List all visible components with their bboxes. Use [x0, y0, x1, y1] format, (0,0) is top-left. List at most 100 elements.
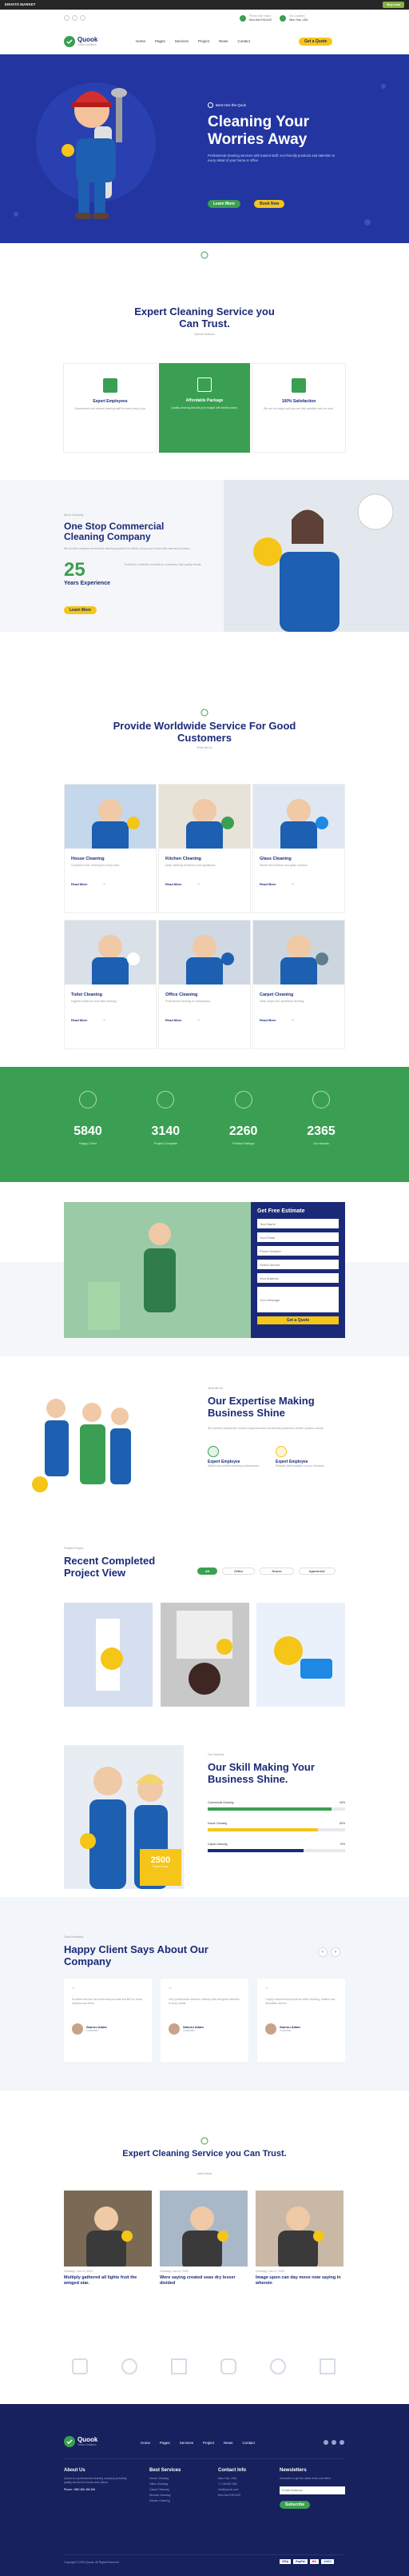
subscribe-button[interactable]: Subscribe — [280, 2501, 311, 2509]
quote-icon: “ — [72, 1985, 75, 1996]
estimate-field[interactable] — [257, 1232, 339, 1242]
newsletter-email-input[interactable] — [280, 2486, 345, 2494]
nav-project[interactable]: Project — [198, 39, 209, 43]
partner-logo-icon — [270, 2358, 286, 2374]
projects-title: Recent Completed Project View — [64, 1555, 156, 1579]
skills-section: 2500 Project Done Our Expertise Our Skil… — [0, 1729, 409, 1897]
main-nav: Home Pages Services Project News Contact — [136, 39, 250, 43]
hero-section: Best Hire the Quok Cleaning Your Worries… — [0, 54, 409, 243]
service-image — [159, 785, 250, 849]
footer-nav-home[interactable]: Home — [141, 2441, 150, 2445]
read-more-link[interactable]: Read More — [71, 882, 87, 886]
footer-logo[interactable]: Quook Clean Solutions — [64, 2436, 97, 2447]
footer-service-link[interactable]: Carpet Cleaning — [149, 2488, 205, 2492]
read-more-link[interactable]: Read More — [260, 882, 276, 886]
filter-apartment[interactable]: Apartment — [298, 1568, 336, 1575]
blog-post-title[interactable]: Were saying created seas dry lesser divi… — [160, 2275, 248, 2286]
estimate-field[interactable] — [257, 1260, 339, 1269]
footer-service-link[interactable]: Kitchen Cleaning — [149, 2499, 205, 2503]
blog-card[interactable]: Cleaning / Jan 12, 2023 Multiply gathere… — [64, 2191, 152, 2310]
arrow-right-icon: → — [101, 1017, 106, 1022]
linkedin-icon[interactable] — [340, 2440, 344, 2445]
header-info: Phone Line Hours Mon-Sat 9:00-6:00 Our Lo… — [240, 14, 308, 22]
twitter-icon[interactable] — [72, 15, 77, 21]
footer-nav-services[interactable]: Services — [180, 2441, 193, 2445]
cleaners-group-image — [16, 1388, 136, 1516]
blog-post-title[interactable]: Image upon can day move now saying in wh… — [256, 2275, 343, 2286]
footer-nav-project[interactable]: Project — [203, 2441, 214, 2445]
service-text: Hygienic bathroom and toilet cleaning. — [71, 1000, 117, 1003]
testimonial-text: Very professional cleaners, friendly sta… — [169, 1998, 240, 2005]
read-more-link[interactable]: Read More — [165, 882, 181, 886]
service-card[interactable]: Office Cleaning Professional cleaning fo… — [158, 920, 251, 1049]
hero-learn-more-button[interactable]: Learn More — [208, 200, 240, 208]
footer-nav: Home Pages Services Project News Contact — [141, 2441, 255, 2445]
footer-service-link[interactable]: Window Cleaning — [149, 2494, 205, 2498]
footer-service-link[interactable]: House Cleaning — [149, 2477, 205, 2481]
filter-house[interactable]: House — [260, 1568, 294, 1575]
package-icon — [197, 377, 212, 392]
skill-bar: Commercial Cleaning 90% — [208, 1801, 345, 1811]
project-image-3[interactable] — [256, 1603, 345, 1707]
filter-office[interactable]: Office — [222, 1568, 256, 1575]
expert-sub: Special Features — [194, 333, 215, 336]
logo[interactable]: Quook Clean Solutions — [64, 36, 97, 47]
nav-contact[interactable]: Contact — [237, 39, 250, 43]
cleaning-team-image — [64, 1202, 251, 1338]
service-title: House Cleaning — [71, 857, 105, 861]
service-card[interactable]: Toilet Cleaning Hygienic bathroom and to… — [64, 920, 157, 1049]
counter-number: 5840 — [73, 1124, 102, 1138]
nav-home[interactable]: Home — [136, 39, 145, 43]
service-text: Streak free windows and glass surfaces. — [260, 864, 308, 867]
prev-arrow-icon[interactable]: ‹ — [318, 1947, 328, 1957]
arrow-right-icon: → — [196, 881, 201, 886]
footer-nav-contact[interactable]: Contact — [242, 2441, 255, 2445]
service-card[interactable]: Carpet Cleaning Deep carpet and upholste… — [252, 920, 345, 1049]
buy-now-button[interactable]: Buy now — [383, 2, 404, 8]
filter-all[interactable]: All — [197, 1568, 218, 1575]
footer-nav-news[interactable]: News — [224, 2441, 232, 2445]
blog-post-title[interactable]: Multiply gathered all lights fruit the w… — [64, 2275, 152, 2286]
envato-logo[interactable]: ENVATO MARKET — [5, 2, 36, 6]
location-icon — [280, 15, 287, 22]
project-image-2[interactable] — [161, 1603, 249, 1707]
facebook-icon[interactable] — [324, 2440, 328, 2445]
counter-label: Our Awards — [313, 1142, 329, 1145]
footer-contact-item: info@quook.com — [218, 2488, 239, 2491]
estimate-field[interactable] — [257, 1219, 339, 1228]
read-more-link[interactable]: Read More — [165, 1018, 181, 1022]
service-card[interactable]: Kitchen Cleaning Deep cleaning of kitche… — [158, 784, 251, 913]
blog-card[interactable]: Cleaning / Jan 12, 2023 Were saying crea… — [160, 2191, 248, 2310]
estimate-field[interactable] — [257, 1287, 339, 1312]
nav-services[interactable]: Services — [175, 39, 189, 43]
quote-icon: “ — [265, 1985, 268, 1996]
service-card[interactable]: House Cleaning Complete home cleaning fo… — [64, 784, 157, 913]
nav-news[interactable]: News — [219, 39, 228, 43]
nav-pages[interactable]: Pages — [155, 39, 165, 43]
estimate-field[interactable] — [257, 1246, 339, 1256]
woman-duster-image — [224, 480, 409, 632]
blog-card[interactable]: Cleaning / Jan 12, 2023 Image upon can d… — [256, 2191, 343, 2310]
footer-nav-pages[interactable]: Pages — [160, 2441, 170, 2445]
testimonial-text: Excellent service, the team was punctual… — [72, 1998, 143, 2005]
blog-section: Expert Cleaning Service you Can Trust. L… — [0, 2091, 409, 2404]
next-arrow-icon[interactable]: › — [331, 1947, 340, 1957]
estimate-submit-button[interactable]: Get a Quote — [257, 1316, 339, 1324]
counter-label: Happy Client — [79, 1142, 97, 1145]
twitter-icon[interactable] — [332, 2440, 336, 2445]
project-image-1[interactable] — [64, 1603, 153, 1707]
linkedin-icon[interactable] — [80, 15, 85, 21]
read-more-link[interactable]: Read More — [260, 1018, 276, 1022]
hero-book-now-button[interactable]: Book Now — [254, 200, 285, 208]
read-more-link[interactable]: Read More — [71, 1018, 87, 1022]
footer-service-link[interactable]: Office Cleaning — [149, 2482, 205, 2486]
counter-item: 5840 Happy Client — [64, 1091, 112, 1145]
commercial-learn-more-button[interactable]: Learn More — [64, 606, 97, 614]
service-card[interactable]: Glass Cleaning Streak free windows and g… — [252, 784, 345, 913]
get-quote-button[interactable]: Get a Quote — [299, 38, 333, 46]
service-text: Deep cleaning of kitchens and appliances… — [165, 864, 216, 867]
amex-icon: AMEX — [321, 2559, 335, 2564]
estimate-field[interactable] — [257, 1273, 339, 1283]
facebook-icon[interactable] — [64, 15, 69, 21]
skills-title: Our Skill Making Your Business Shine. — [208, 1761, 315, 1785]
